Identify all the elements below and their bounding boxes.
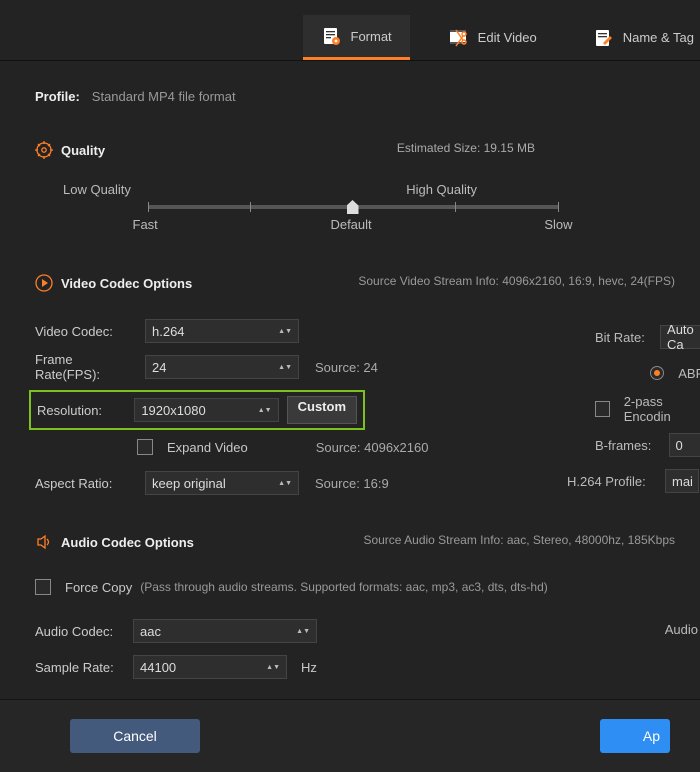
tab-label: Format bbox=[351, 29, 392, 44]
video-source-info: Source Video Stream Info: 4096x2160, 16:… bbox=[358, 274, 675, 288]
scissors-icon bbox=[448, 27, 470, 49]
h264-profile-label: H.264 Profile: bbox=[567, 474, 657, 489]
fast-label: Fast bbox=[133, 217, 158, 232]
h264-profile-value: mai bbox=[672, 474, 693, 489]
low-quality-label: Low Quality bbox=[63, 182, 131, 197]
resolution-highlight: Resolution: 1920x1080 ▲▼ Custom bbox=[29, 390, 365, 430]
frame-rate-select[interactable]: 24 ▲▼ bbox=[145, 355, 299, 379]
audio-codec-select[interactable]: aac ▲▼ bbox=[133, 619, 317, 643]
quality-slider[interactable]: Low Quality High Quality Fast Default Sl… bbox=[63, 182, 642, 232]
format-icon bbox=[321, 25, 343, 47]
speaker-icon bbox=[35, 533, 53, 551]
video-codec-heading: Video Codec Options bbox=[35, 274, 192, 292]
frame-rate-label: Frame Rate(FPS): bbox=[35, 352, 137, 382]
gear-icon bbox=[35, 141, 53, 159]
chevron-updown-icon: ▲▼ bbox=[258, 408, 272, 413]
force-copy-checkbox[interactable] bbox=[35, 579, 51, 595]
sample-rate-label: Sample Rate: bbox=[35, 660, 125, 675]
footer: Cancel Ap bbox=[0, 699, 700, 772]
apply-button[interactable]: Ap bbox=[600, 719, 670, 753]
sample-rate-select[interactable]: 44100 ▲▼ bbox=[133, 655, 287, 679]
force-copy-label: Force Copy bbox=[65, 580, 132, 595]
audio-source-info: Source Audio Stream Info: aac, Stereo, 4… bbox=[363, 533, 675, 547]
tab-label: Edit Video bbox=[478, 30, 537, 45]
video-codec-label: Video Codec: bbox=[35, 324, 137, 339]
bitrate-value: Auto Ca bbox=[667, 322, 698, 352]
cancel-button[interactable]: Cancel bbox=[70, 719, 200, 753]
resolution-source: Source: 4096x2160 bbox=[316, 440, 429, 455]
slider-track[interactable] bbox=[148, 205, 558, 209]
profile-label: Profile: bbox=[35, 89, 80, 104]
pencil-icon bbox=[593, 27, 615, 49]
audio-bitrate-label: Audio bbox=[665, 622, 698, 637]
chevron-updown-icon: ▲▼ bbox=[278, 329, 292, 334]
tab-format[interactable]: Format bbox=[303, 15, 410, 60]
abr-label: ABR bbox=[678, 366, 700, 381]
custom-label: Custom bbox=[298, 399, 346, 414]
aspect-ratio-source: Source: 16:9 bbox=[315, 476, 389, 491]
video-codec-select[interactable]: h.264 ▲▼ bbox=[145, 319, 299, 343]
two-pass-label: 2-pass Encodin bbox=[624, 394, 700, 424]
quality-title: Quality bbox=[61, 143, 105, 158]
h264-profile-select[interactable]: mai bbox=[665, 469, 699, 493]
high-quality-label: High Quality bbox=[406, 182, 477, 197]
abr-radio[interactable] bbox=[650, 366, 664, 380]
slow-label: Slow bbox=[544, 217, 572, 232]
slider-handle[interactable] bbox=[347, 200, 359, 214]
tab-edit-video[interactable]: Edit Video bbox=[430, 15, 555, 60]
bframes-input[interactable]: 0 bbox=[669, 433, 700, 457]
quality-heading: Quality bbox=[35, 141, 105, 159]
tab-bar: Format Edit Video Name & Tag bbox=[0, 0, 700, 61]
apply-label: Ap bbox=[643, 728, 660, 744]
profile-value: Standard MP4 file format bbox=[92, 89, 236, 104]
aspect-ratio-select[interactable]: keep original ▲▼ bbox=[145, 471, 299, 495]
two-pass-checkbox[interactable] bbox=[595, 401, 610, 417]
frame-rate-source: Source: 24 bbox=[315, 360, 378, 375]
bitrate-select[interactable]: Auto Ca bbox=[660, 325, 700, 349]
chevron-updown-icon: ▲▼ bbox=[296, 629, 310, 634]
profile-row: Profile: Standard MP4 file format bbox=[35, 81, 670, 129]
aspect-ratio-label: Aspect Ratio: bbox=[35, 476, 137, 491]
bframes-value: 0 bbox=[676, 438, 683, 453]
audio-codec-label: Audio Codec: bbox=[35, 624, 125, 639]
resolution-value: 1920x1080 bbox=[141, 403, 205, 418]
estimated-size: Estimated Size: 19.15 MB bbox=[397, 141, 535, 155]
audio-codec-title: Audio Codec Options bbox=[61, 535, 194, 550]
bframes-label: B-frames: bbox=[595, 438, 661, 453]
aspect-ratio-value: keep original bbox=[152, 476, 226, 491]
resolution-select[interactable]: 1920x1080 ▲▼ bbox=[134, 398, 278, 422]
audio-codec-heading: Audio Codec Options bbox=[35, 533, 194, 551]
chevron-updown-icon: ▲▼ bbox=[278, 365, 292, 370]
chevron-updown-icon: ▲▼ bbox=[278, 481, 292, 486]
hz-label: Hz bbox=[301, 660, 317, 675]
tab-label: Name & Tag bbox=[623, 30, 694, 45]
expand-video-checkbox[interactable] bbox=[137, 439, 153, 455]
chevron-updown-icon: ▲▼ bbox=[266, 665, 280, 670]
video-codec-value: h.264 bbox=[152, 324, 185, 339]
bitrate-label: Bit Rate: bbox=[595, 330, 652, 345]
tab-name-tag[interactable]: Name & Tag bbox=[575, 15, 700, 60]
audio-codec-value: aac bbox=[140, 624, 161, 639]
force-copy-hint: (Pass through audio streams. Supported f… bbox=[140, 580, 548, 594]
resolution-label: Resolution: bbox=[37, 403, 126, 418]
video-codec-title: Video Codec Options bbox=[61, 276, 192, 291]
sample-rate-value: 44100 bbox=[140, 660, 176, 675]
play-icon bbox=[35, 274, 53, 292]
expand-video-label: Expand Video bbox=[167, 440, 248, 455]
default-label: Default bbox=[330, 217, 371, 232]
frame-rate-value: 24 bbox=[152, 360, 166, 375]
cancel-label: Cancel bbox=[113, 728, 157, 744]
custom-resolution-button[interactable]: Custom bbox=[287, 396, 357, 424]
